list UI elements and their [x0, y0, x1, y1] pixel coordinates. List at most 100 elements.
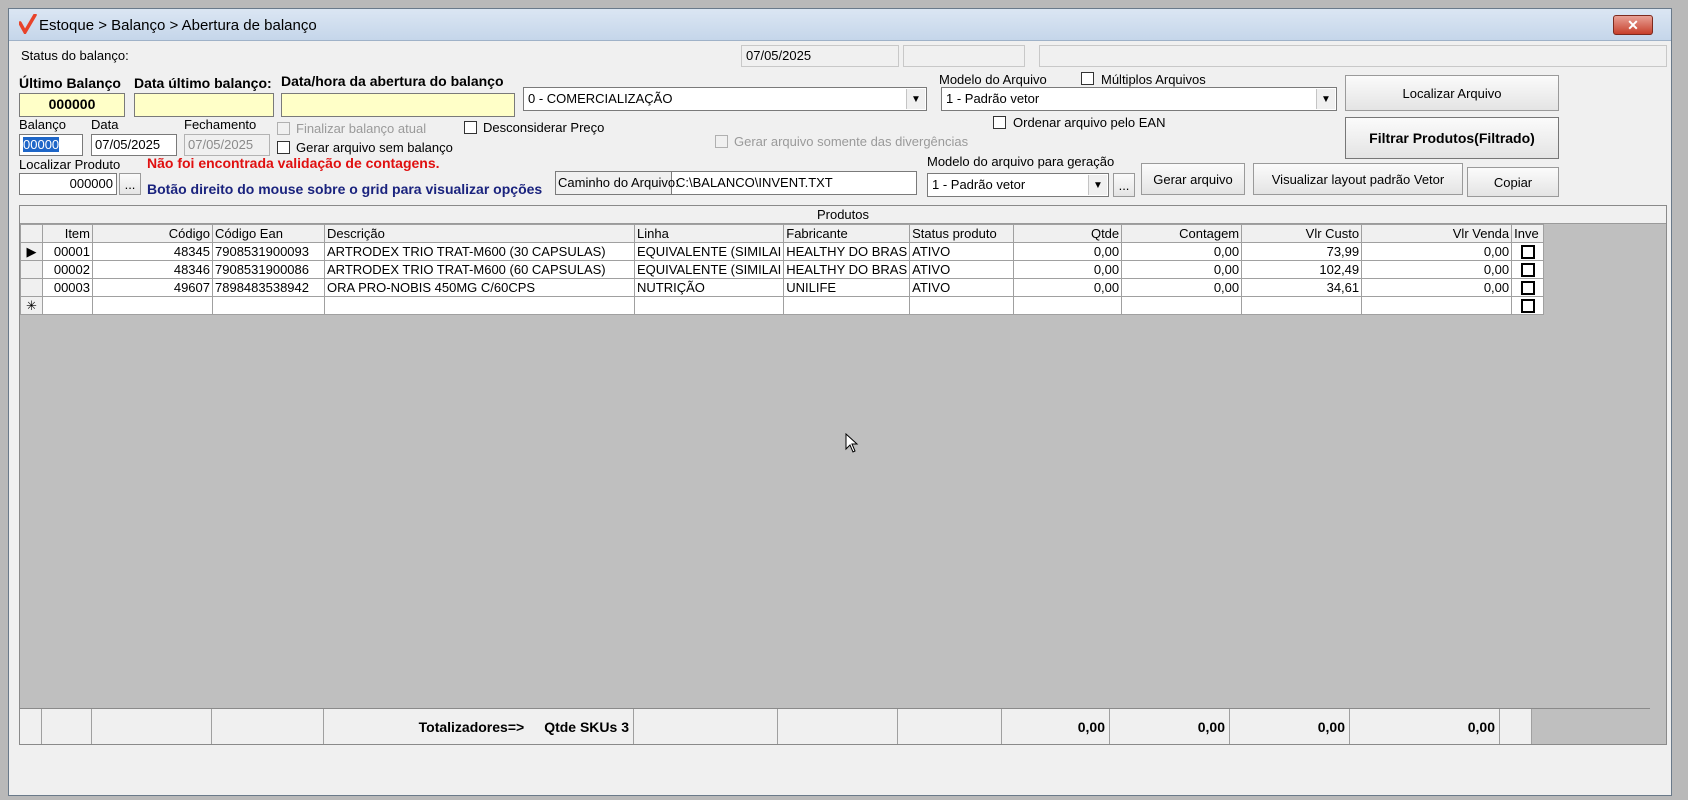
new-row[interactable]: ✳ [20, 296, 1545, 315]
chevron-down-icon[interactable]: ▼ [906, 89, 925, 109]
cell-custo[interactable]: 73,99 [1241, 242, 1363, 261]
cell-contagem[interactable]: 0,00 [1121, 278, 1243, 297]
col-descricao[interactable]: Descrição [324, 224, 635, 243]
chevron-down-icon[interactable]: ▼ [1088, 175, 1107, 195]
inve-checkbox[interactable] [1520, 263, 1535, 278]
new-cell[interactable] [1361, 296, 1513, 315]
col-codigo-ean[interactable]: Código Ean [212, 224, 325, 243]
cell-qtde[interactable]: 0,00 [1013, 242, 1123, 261]
localizar-arquivo-button[interactable]: Localizar Arquivo [1345, 75, 1559, 111]
cell-inve[interactable] [1511, 260, 1545, 279]
balanco-field[interactable]: 00000 [19, 134, 83, 156]
cell-codigo[interactable]: 48346 [92, 260, 213, 279]
table-row[interactable]: ▶ 00001 48345 7908531900093 ARTRODEX TRI… [20, 242, 1545, 261]
cell-status[interactable]: ATIVO [909, 260, 1015, 279]
row-indicator[interactable] [20, 278, 43, 297]
new-cell[interactable] [909, 296, 1015, 315]
multiplos-arquivos-checkbox[interactable] [1081, 72, 1094, 85]
inve-checkbox[interactable] [1520, 245, 1535, 260]
cell-venda[interactable]: 0,00 [1361, 242, 1513, 261]
col-vlr-custo[interactable]: Vlr Custo [1241, 224, 1363, 243]
table-row[interactable]: 00003 49607 7898483538942 ORA PRO-NOBIS … [20, 278, 1545, 297]
cell-venda[interactable]: 0,00 [1361, 260, 1513, 279]
localizar-produto-ellipsis-button[interactable]: ... [119, 173, 141, 195]
mouse-cursor-icon [845, 433, 859, 453]
caminho-arquivo-field[interactable]: Caminho do Arquivo: C:\BALANCO\INVENT.TX… [555, 171, 917, 195]
row-indicator[interactable]: ▶ [20, 242, 43, 261]
cell-ean[interactable]: 7908531900086 [212, 260, 325, 279]
col-qtde[interactable]: Qtde [1013, 224, 1123, 243]
cell-contagem[interactable]: 0,00 [1121, 260, 1243, 279]
modelo-geracao-ellipsis-button[interactable]: ... [1113, 173, 1135, 197]
cell-descricao[interactable]: ORA PRO-NOBIS 450MG C/60CPS [324, 278, 635, 297]
cell-ean[interactable]: 7898483538942 [212, 278, 325, 297]
col-contagem[interactable]: Contagem [1121, 224, 1243, 243]
new-cell[interactable] [633, 296, 785, 315]
cell-ean[interactable]: 7908531900093 [212, 242, 325, 261]
localizar-produto-field[interactable]: 000000 [19, 173, 117, 195]
gerar-arquivo-button[interactable]: Gerar arquivo [1141, 163, 1245, 195]
cell-item[interactable]: 00003 [42, 278, 93, 297]
cell-inve[interactable] [1511, 278, 1545, 297]
cell-inve[interactable] [1511, 242, 1545, 261]
row-indicator[interactable] [20, 260, 43, 279]
cell-codigo[interactable]: 49607 [92, 278, 213, 297]
cell-linha[interactable]: NUTRIÇÃO [633, 278, 785, 297]
col-status-produto[interactable]: Status produto [909, 224, 1015, 243]
col-item[interactable]: Item [42, 224, 93, 243]
inve-checkbox[interactable] [1520, 281, 1535, 296]
cell-linha[interactable]: EQUIVALENTE (SIMILAI [633, 260, 785, 279]
cell-fabricante[interactable]: HEALTHY DO BRAS [783, 242, 911, 261]
tipo-balanco-select[interactable]: 0 - COMERCIALIZAÇÃO ▼ [523, 87, 927, 111]
new-row-indicator[interactable]: ✳ [20, 296, 43, 315]
cell-status[interactable]: ATIVO [909, 278, 1015, 297]
grid-hint: Botão direito do mouse sobre o grid para… [147, 181, 543, 197]
cell-contagem[interactable]: 0,00 [1121, 242, 1243, 261]
inve-checkbox[interactable] [1520, 299, 1535, 314]
cell-venda[interactable]: 0,00 [1361, 278, 1513, 297]
col-fabricante[interactable]: Fabricante [783, 224, 911, 243]
new-cell[interactable] [1241, 296, 1363, 315]
new-cell[interactable] [92, 296, 213, 315]
desconsiderar-preco-checkbox[interactable] [464, 121, 477, 134]
cell-item[interactable]: 00002 [42, 260, 93, 279]
close-button[interactable]: ✕ [1613, 15, 1653, 35]
filtrar-produtos-button[interactable]: Filtrar Produtos(Filtrado) [1345, 117, 1559, 159]
cell-descricao[interactable]: ARTRODEX TRIO TRAT-M600 (30 CAPSULAS) [324, 242, 635, 261]
col-codigo[interactable]: Código [92, 224, 213, 243]
new-cell[interactable] [1013, 296, 1123, 315]
produtos-grid[interactable]: Produtos Item Código Código Ean Descriçã… [19, 205, 1667, 745]
cell-descricao[interactable]: ARTRODEX TRIO TRAT-M600 (60 CAPSULAS) [324, 260, 635, 279]
cell-custo[interactable]: 102,49 [1241, 260, 1363, 279]
new-cell[interactable] [212, 296, 325, 315]
col-linha[interactable]: Linha [633, 224, 785, 243]
cell-custo[interactable]: 34,61 [1241, 278, 1363, 297]
cell-qtde[interactable]: 0,00 [1013, 260, 1123, 279]
col-inve[interactable]: Inve [1511, 224, 1545, 243]
new-cell[interactable] [42, 296, 93, 315]
cell-fabricante[interactable]: UNILIFE [783, 278, 911, 297]
new-cell[interactable] [324, 296, 635, 315]
gerar-sem-balanco-checkbox[interactable] [277, 141, 290, 154]
copiar-button[interactable]: Copiar [1467, 167, 1559, 197]
cell-fabricante[interactable]: HEALTHY DO BRAS [783, 260, 911, 279]
cell-codigo[interactable]: 48345 [92, 242, 213, 261]
new-cell[interactable] [783, 296, 911, 315]
cell-qtde[interactable]: 0,00 [1013, 278, 1123, 297]
chevron-down-icon[interactable]: ▼ [1316, 89, 1335, 109]
modelo-geracao-select[interactable]: 1 - Padrão vetor ▼ [927, 173, 1109, 197]
modelo-arquivo-select[interactable]: 1 - Padrão vetor ▼ [941, 87, 1337, 111]
localizar-produto-label: Localizar Produto [19, 157, 121, 172]
ordenar-ean-checkbox[interactable] [993, 116, 1006, 129]
new-cell[interactable] [1121, 296, 1243, 315]
cell-inve[interactable] [1511, 296, 1545, 315]
cell-linha[interactable]: EQUIVALENTE (SIMILAI [633, 242, 785, 261]
table-row[interactable]: 00002 48346 7908531900086 ARTRODEX TRIO … [20, 260, 1545, 279]
data-field[interactable]: 07/05/2025 [91, 134, 177, 156]
col-vlr-venda[interactable]: Vlr Venda [1361, 224, 1513, 243]
cell-item[interactable]: 00001 [42, 242, 93, 261]
validacao-warning: Não foi encontrada validação de contagen… [147, 155, 440, 171]
status-box-2 [903, 45, 1025, 67]
visualizar-layout-button[interactable]: Visualizar layout padrão Vetor [1253, 163, 1463, 195]
cell-status[interactable]: ATIVO [909, 242, 1015, 261]
